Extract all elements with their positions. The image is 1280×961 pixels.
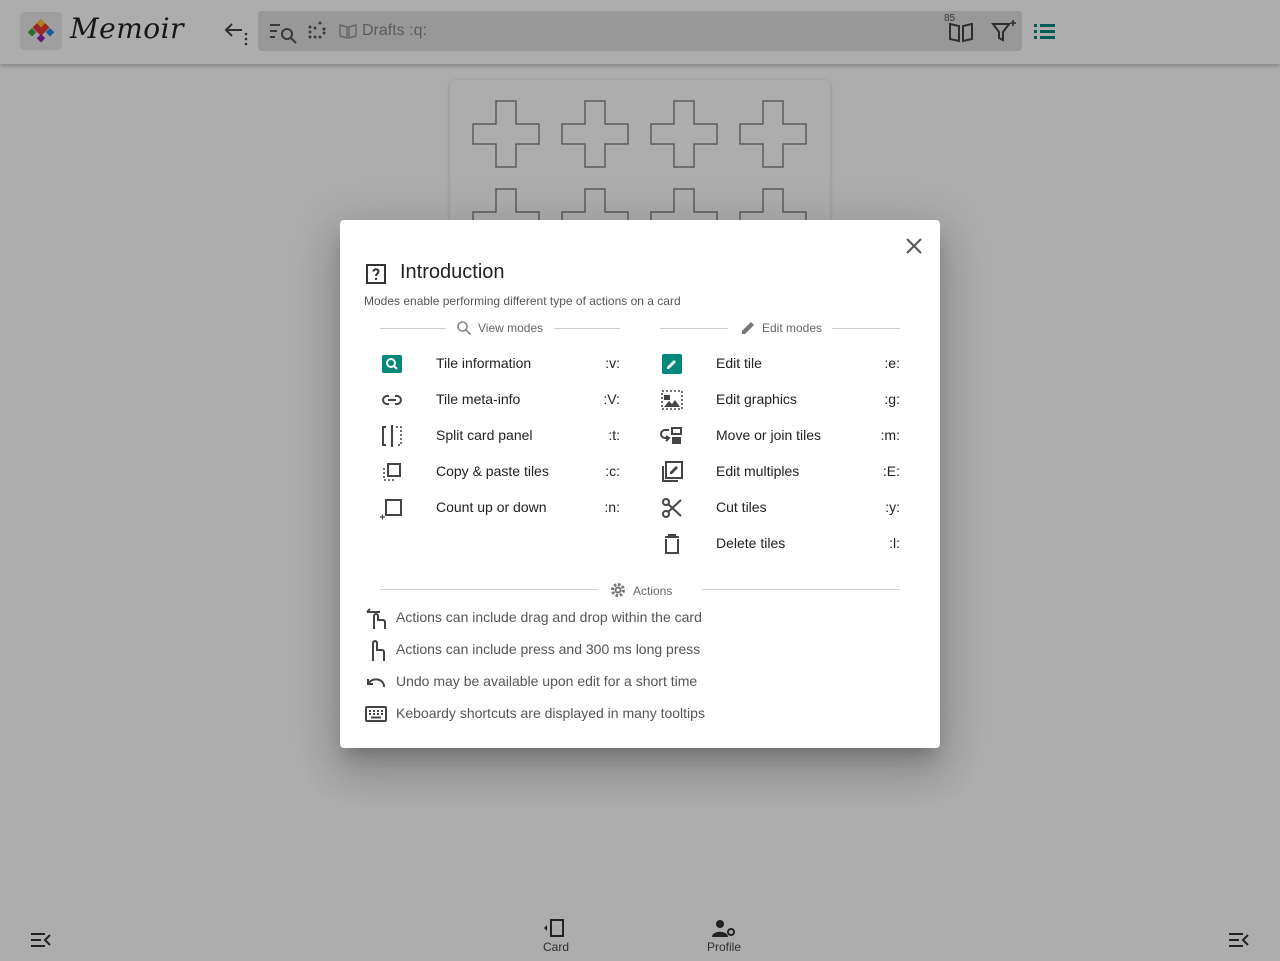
gear-icon: [611, 583, 625, 597]
copy-icon: [383, 463, 401, 481]
action-info-undo: Undo may be available upon edit for a sh…: [364, 670, 924, 694]
actions-heading: Actions: [380, 581, 900, 598]
mode-edit-multiples[interactable]: Edit multiples:E:: [660, 460, 910, 484]
search-icon: [457, 321, 472, 336]
image-icon: [661, 390, 683, 410]
mode-copy-paste-tiles[interactable]: Copy & paste tiles:c:: [380, 460, 630, 484]
touch-icon: [372, 640, 385, 661]
edit-modes-heading: Edit modes: [660, 320, 900, 336]
mode-cut-tiles[interactable]: Cut tiles:y:: [660, 496, 910, 520]
mode-split-card-panel[interactable]: Split card panel:t:: [380, 424, 630, 448]
close-icon: [906, 238, 922, 254]
move-icon: [660, 427, 682, 444]
swipe-icon: [366, 608, 386, 629]
mode-tile-meta-info[interactable]: Tile meta-info:V:: [380, 388, 630, 412]
mode-count-up-down[interactable]: Count up or down:n:: [380, 496, 630, 520]
mode-tile-information[interactable]: Tile information:v:: [380, 352, 630, 376]
mode-edit-graphics[interactable]: Edit graphics:g:: [660, 388, 910, 412]
link-icon: [382, 395, 402, 405]
action-info-press: Actions can include press and 300 ms lon…: [364, 638, 924, 662]
keyboard-icon: [365, 706, 387, 722]
close-button[interactable]: [902, 234, 926, 258]
mode-delete-tiles[interactable]: Delete tiles:l:: [660, 532, 910, 556]
trash-icon: [665, 534, 679, 554]
action-info-shortcuts: Keboardy shortcuts are displayed in many…: [364, 702, 924, 726]
mode-move-join-tiles[interactable]: Move or join tiles:m:: [660, 424, 910, 448]
dialog-title: Introduction: [400, 261, 505, 283]
action-info-drag: Actions can include drag and drop within…: [364, 606, 924, 630]
undo-icon: [367, 678, 386, 688]
mode-edit-tile[interactable]: Edit tile:e:: [660, 352, 910, 376]
introduction-dialog: Introduction Modes enable performing dif…: [340, 220, 940, 748]
counter-icon: [380, 499, 402, 520]
edit-multiple-icon: [662, 461, 683, 482]
dialog-subtitle: Modes enable performing different type o…: [364, 294, 681, 308]
help-box-icon: [366, 264, 386, 284]
view-modes-heading: View modes: [380, 320, 620, 336]
split-panel-icon: [382, 425, 402, 447]
scissors-icon: [662, 498, 682, 518]
pencil-icon: [742, 322, 754, 334]
edit-icon: [662, 354, 682, 374]
search-icon: [382, 355, 402, 373]
